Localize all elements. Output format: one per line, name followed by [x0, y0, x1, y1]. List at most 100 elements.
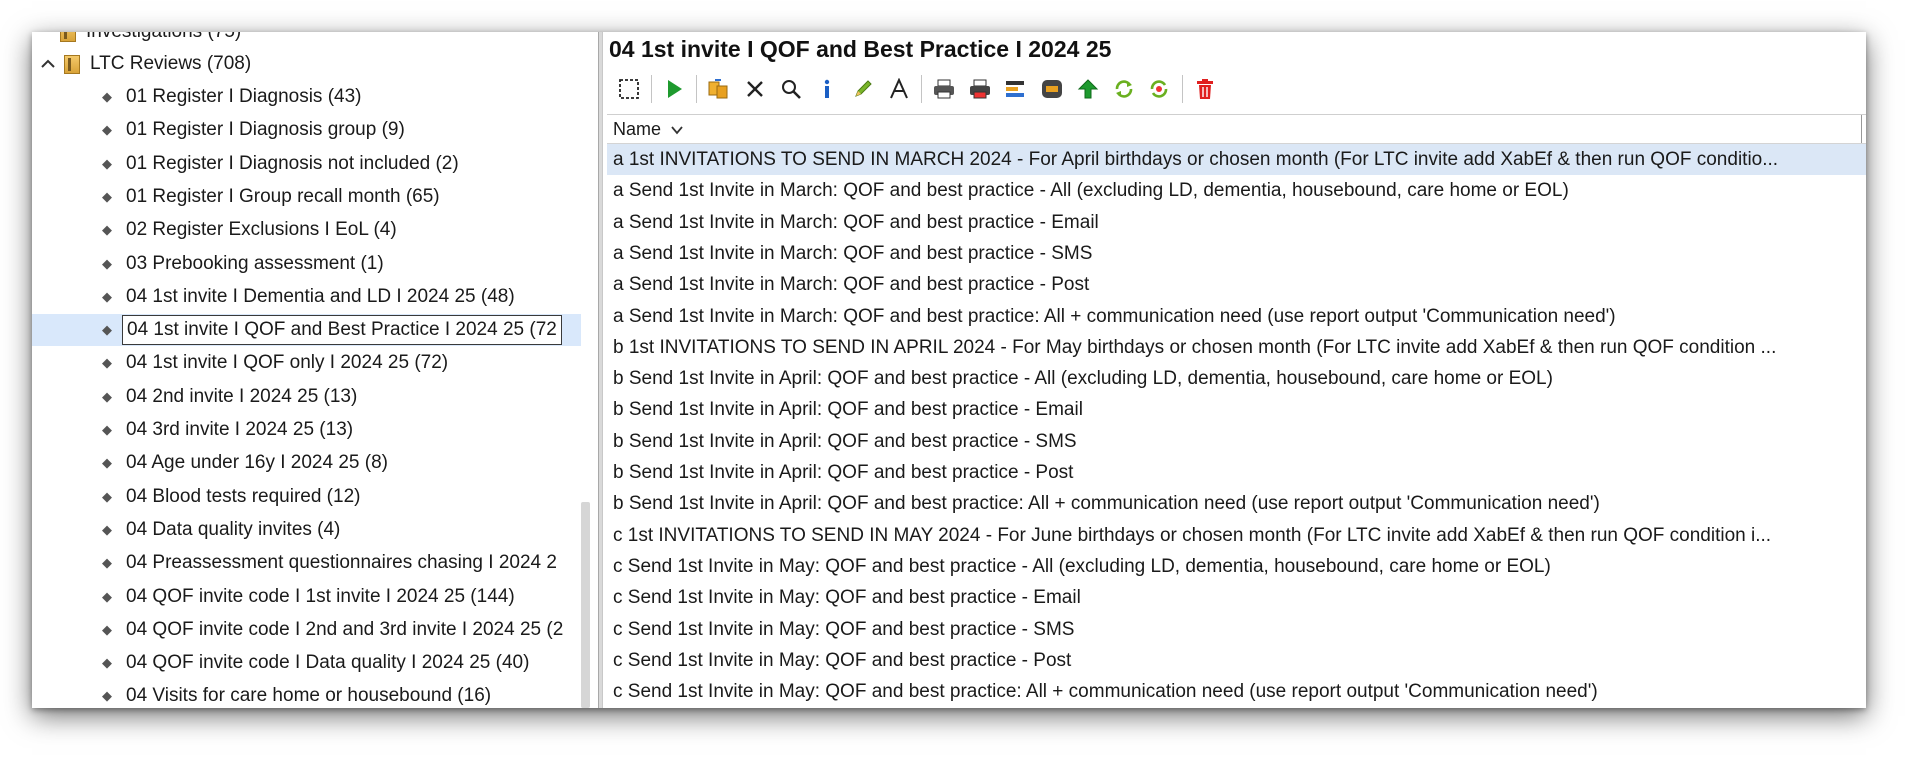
tree-item[interactable]: ◆ 04 Preassessment questionnaires chasing… — [32, 547, 581, 579]
list-item[interactable]: c Send 1st Invite in May: QOF and best p… — [607, 582, 1866, 613]
tree-item-label: 04 1st invite I QOF only I 2024 25 (72) — [126, 352, 449, 374]
tree-item-label: 01 Register I Diagnosis (43) — [126, 86, 362, 107]
list-item[interactable]: c Send 1st Invite in May: QOF and best p… — [607, 676, 1866, 707]
tree-item-label: 04 3rd invite I 2024 25 (13) — [126, 419, 354, 440]
list-item[interactable]: c Send 1st Invite in May: QOF and best p… — [607, 614, 1866, 645]
list-item[interactable]: b 1st INVITATIONS TO SEND IN APRIL 2024 … — [607, 332, 1866, 363]
tree-item-label: Investigations (75) — [82, 32, 245, 48]
bullet-icon: ◆ — [102, 89, 112, 104]
list-item[interactable]: a 1st INVITATIONS TO SEND IN MARCH 2024 … — [607, 144, 1866, 175]
tree-item-label: 04 1st invite I QOF and Best Practice I … — [122, 315, 562, 346]
tree-item[interactable]: ◆ 04 3rd invite I 2024 25 (13) — [32, 414, 581, 446]
tree-item-label: 04 QOF invite code I 1st invite I 2024 2… — [126, 585, 515, 607]
tree-item[interactable]: ◆ 04 QOF invite code I 1st invite I 2024 … — [32, 581, 581, 613]
info-icon[interactable] — [809, 73, 845, 105]
copy-icon[interactable] — [701, 73, 737, 105]
tree-item-label: 01 Register I Group recall month (65) — [126, 185, 440, 207]
tree-item-label: 04 Visits for care home or housebound (1… — [126, 685, 492, 707]
bullet-icon: ◆ — [102, 288, 112, 304]
refresh-icon[interactable] — [1106, 73, 1142, 105]
bullet-icon: ◆ — [102, 322, 112, 338]
refresh-all-icon[interactable] — [1142, 73, 1178, 105]
column-header-name[interactable]: Name — [607, 115, 1866, 144]
list-item[interactable]: a Send 1st Invite in March: QOF and best… — [607, 269, 1866, 300]
tree-item[interactable]: ◆ 04 Age under 16y I 2024 25 (8) — [32, 447, 581, 479]
tree-item-label: 04 QOF invite code I 2nd and 3rd invite … — [126, 618, 564, 640]
list-item[interactable]: c 1st INVITATIONS TO SEND IN MAY 2024 - … — [607, 520, 1866, 551]
run-icon[interactable] — [656, 73, 692, 105]
tree-item-investigations[interactable]: Investigations (75) — [32, 32, 581, 48]
print-icon[interactable] — [926, 73, 962, 105]
bullet-icon: ◆ — [102, 155, 112, 171]
tree-item-label: 01 Register I Diagnosis group (9) — [126, 119, 405, 141]
folder-icon — [60, 32, 76, 42]
report-pane: 04 1st invite I QOF and Best Practice I … — [603, 32, 1866, 708]
edit-icon[interactable] — [845, 73, 881, 105]
rename-icon[interactable] — [881, 73, 917, 105]
delete-x-icon[interactable] — [737, 73, 773, 105]
tree-item[interactable]: ◆ 04 1st invite I QOF and Best Practice I… — [32, 314, 581, 347]
bullet-icon: ◆ — [102, 188, 112, 204]
tree-item[interactable]: ◆ 02 Register Exclusions I EoL (4) — [32, 214, 581, 246]
tree-item-label: 04 2nd invite I 2024 25 (13) — [126, 385, 358, 407]
print-preview-icon[interactable] — [962, 73, 998, 105]
list-item[interactable]: a Send 1st Invite in March: QOF and best… — [607, 301, 1866, 332]
tree-item[interactable]: ◆ 03 Prebooking assessment (1) — [32, 248, 581, 280]
tree-item-label: 04 Data quality invites (4) — [126, 518, 341, 540]
tree-item[interactable]: ◆ 04 1st invite I QOF only I 2024 25 (72) — [32, 347, 581, 379]
list-item[interactable]: b Send 1st Invite in April: QOF and best… — [607, 363, 1866, 394]
search-icon[interactable] — [773, 73, 809, 105]
tree-item-label: 02 Register Exclusions I EoL (4) — [126, 219, 397, 241]
tree-item[interactable]: ◆ 04 QOF invite code I 2nd and 3rd invite… — [32, 614, 581, 646]
list-item[interactable]: b Send 1st Invite in April: QOF and best… — [607, 488, 1866, 519]
list-item[interactable]: b Send 1st Invite in April: QOF and best… — [607, 426, 1866, 457]
tree-item[interactable]: ◆ 01 Register I Diagnosis group (9) — [32, 114, 581, 146]
list-item[interactable]: a Send 1st Invite in March: QOF and best… — [607, 207, 1866, 238]
page-title: 04 1st invite I QOF and Best Practice I … — [609, 36, 1112, 62]
tree-item[interactable]: ◆ 04 Blood tests required (12) — [32, 481, 581, 513]
tree-item-label: 04 Age under 16y I 2024 25 (8) — [126, 452, 388, 474]
select-icon[interactable] — [611, 73, 647, 105]
tree-item[interactable]: ◆ 01 Register I Diagnosis (43) — [32, 81, 581, 113]
tree-item[interactable]: ◆ 01 Register I Group recall month (65) — [32, 181, 581, 213]
bullet-icon: ◆ — [102, 688, 112, 704]
tree-item[interactable]: ◆ 04 1st invite I Dementia and LD I 2024 … — [32, 281, 581, 313]
list-item[interactable]: c Send 1st Invite in May: QOF and best p… — [607, 551, 1866, 582]
tree-item[interactable]: ◆ 04 2nd invite I 2024 25 (13) — [32, 381, 581, 413]
tree-item-label: 04 1st invite I Dementia and LD I 2024 2… — [126, 285, 515, 307]
bullet-icon: ◆ — [102, 222, 112, 238]
toolbar — [611, 73, 1223, 105]
bullet-icon: ◆ — [102, 422, 112, 437]
tree-item[interactable]: ◆ 04 Data quality invites (4) — [32, 514, 581, 546]
list-item[interactable]: b Send 1st Invite in April: QOF and best… — [607, 457, 1866, 488]
move-up-icon[interactable] — [1070, 73, 1106, 105]
bullet-icon: ◆ — [102, 521, 112, 537]
tree-item[interactable]: ◆ 04 Visits for care home or housebound (… — [32, 680, 581, 708]
list-item[interactable]: a Send 1st Invite in March: QOF and best… — [607, 175, 1866, 206]
tree-item-label: 04 Blood tests required (12) — [126, 485, 361, 507]
list-item[interactable]: a Send 1st Invite in March: QOF and best… — [607, 238, 1866, 269]
tree-scrollbar[interactable] — [581, 502, 590, 708]
folder-tree: Investigations (75) LTC Reviews (708) ◆ 0… — [32, 32, 598, 708]
chevron-up-icon[interactable] — [40, 48, 56, 80]
list-item[interactable]: b Send 1st Invite in April: QOF and best… — [607, 394, 1866, 425]
bullet-icon: ◆ — [102, 588, 112, 604]
chevron-down-icon — [667, 123, 683, 138]
tree-item[interactable]: ◆ 04 QOF invite code I Data quality I 202… — [32, 647, 581, 679]
export-icon[interactable] — [1034, 73, 1070, 105]
folder-icon — [64, 55, 80, 74]
bullet-icon: ◆ — [102, 355, 112, 371]
bullet-icon: ◆ — [102, 122, 112, 138]
app-window: Investigations (75) LTC Reviews (708) ◆ 0… — [32, 32, 1866, 708]
tree-item-label: 03 Prebooking assessment (1) — [126, 252, 384, 274]
tree-item-ltc-reviews[interactable]: LTC Reviews (708) — [32, 48, 581, 80]
report-icon[interactable] — [998, 73, 1034, 105]
tree-item[interactable]: ◆ 01 Register I Diagnosis not included (2… — [32, 148, 581, 180]
list-item[interactable]: c Send 1st Invite in May: QOF and best p… — [607, 645, 1866, 676]
bullet-icon: ◆ — [102, 388, 112, 404]
tree-item-label: LTC Reviews (708) — [90, 53, 252, 74]
bullet-icon: ◆ — [102, 555, 112, 571]
report-list: Name a 1st INVITATIONS TO SEND IN MARCH … — [607, 114, 1866, 708]
bullet-icon: ◆ — [102, 621, 112, 637]
trash-icon[interactable] — [1187, 73, 1223, 105]
